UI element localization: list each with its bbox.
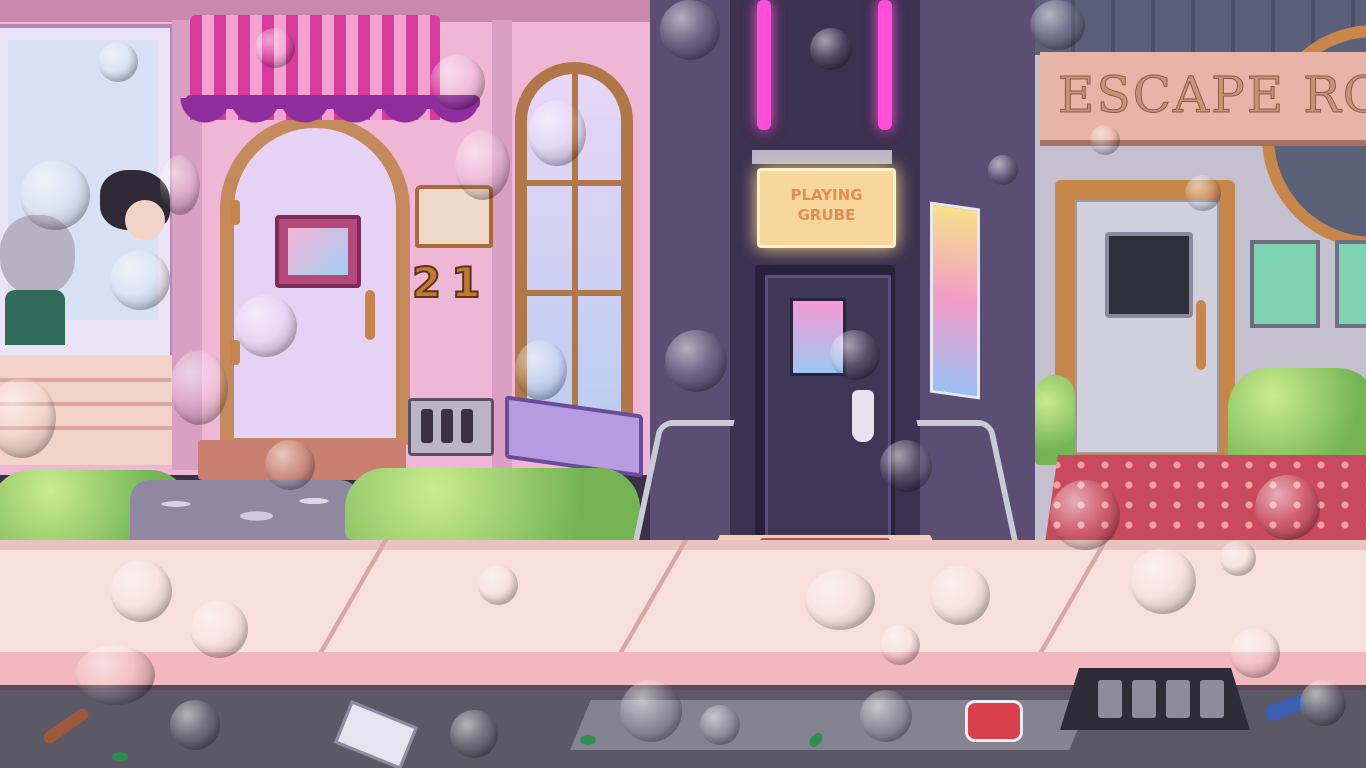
awning-scallop: [180, 98, 480, 138]
raindrop: [1185, 175, 1221, 211]
raindrop: [528, 100, 586, 166]
raindrop: [988, 155, 1018, 185]
raindrop: [265, 440, 315, 490]
raindrop: [1050, 480, 1120, 550]
leaf-icon: [580, 735, 596, 745]
door-hinge-icon: [230, 200, 240, 225]
raindrop: [170, 350, 228, 425]
drain-slot: [1132, 680, 1156, 718]
window-mullion: [527, 180, 621, 186]
raindrop: [1300, 680, 1346, 726]
raindrop: [660, 0, 720, 60]
vent-slot: [441, 409, 453, 443]
raindrop: [160, 155, 200, 215]
drain-slot: [1098, 680, 1122, 718]
arcade-door-handle-icon[interactable]: [852, 390, 874, 442]
raindrop: [830, 330, 880, 380]
escape-room-banner: ESCAPE RO: [1040, 52, 1366, 146]
raindrop: [1090, 125, 1120, 155]
raindrop: [515, 340, 567, 400]
soda-can-icon[interactable]: [965, 700, 1023, 742]
door-sign-art: [288, 228, 348, 275]
raindrop: [810, 28, 852, 70]
raindrop: [478, 565, 518, 605]
raindrop: [110, 250, 170, 310]
raindrop: [190, 600, 248, 658]
raindrop: [700, 705, 740, 745]
escape-room-door-handle-icon[interactable]: [1196, 300, 1206, 370]
stone-path: [130, 480, 360, 540]
hedge-bush: [1228, 368, 1366, 463]
raindrop: [1130, 548, 1196, 614]
neon-tube-right: [878, 0, 892, 130]
raindrop: [98, 42, 138, 82]
raindrop: [430, 55, 485, 110]
leaf-icon: [112, 752, 128, 762]
wall-poster[interactable]: [930, 201, 980, 400]
raindrop: [20, 160, 90, 230]
entrance-ledge: [752, 150, 892, 164]
raindrop: [665, 330, 727, 392]
neon-sign-text: PLAYING GRUBE: [790, 186, 863, 224]
drain-slot: [1200, 680, 1224, 718]
raindrop: [1230, 628, 1280, 678]
drain-slot: [1166, 680, 1190, 718]
green-notice-sign: [1335, 240, 1366, 328]
hedge-bush: [345, 468, 640, 540]
raindrop: [1255, 475, 1320, 540]
raindrop: [880, 440, 932, 492]
escape-room-door-window: [1105, 232, 1193, 318]
raindrop: [805, 570, 875, 630]
window-mullion: [527, 290, 621, 296]
neon-sign-icon: PLAYING GRUBE: [757, 168, 896, 248]
shopkeeper-face: [125, 200, 165, 240]
door-handle-icon[interactable]: [365, 290, 375, 340]
customer-body: [5, 290, 65, 345]
door-hinge-icon: [230, 340, 240, 365]
door-hanging-sign: [275, 215, 361, 288]
raindrop: [620, 680, 682, 742]
raindrop: [1220, 540, 1256, 576]
neon-tube-left: [757, 0, 771, 130]
green-notice-sign: [1250, 240, 1320, 328]
raindrop: [450, 710, 498, 758]
escape-room-banner-text: ESCAPE RO: [1058, 66, 1366, 125]
hedge-bush: [1035, 375, 1075, 465]
raindrop: [1030, 0, 1085, 50]
game-scene[interactable]: 21 PLAYING GRUBE ESCAPE RO: [0, 0, 1366, 768]
raindrop: [880, 625, 920, 665]
raindrop: [170, 700, 220, 750]
raindrop: [110, 560, 172, 622]
raindrop: [75, 645, 155, 705]
house-number: 21: [411, 257, 491, 308]
wall-vent-icon: [408, 398, 494, 456]
raindrop: [455, 130, 510, 200]
vent-slot: [421, 409, 433, 443]
raindrop: [930, 565, 990, 625]
raindrop: [255, 28, 295, 68]
raindrop: [235, 295, 297, 357]
raindrop: [860, 690, 912, 742]
vent-slot: [461, 409, 473, 443]
